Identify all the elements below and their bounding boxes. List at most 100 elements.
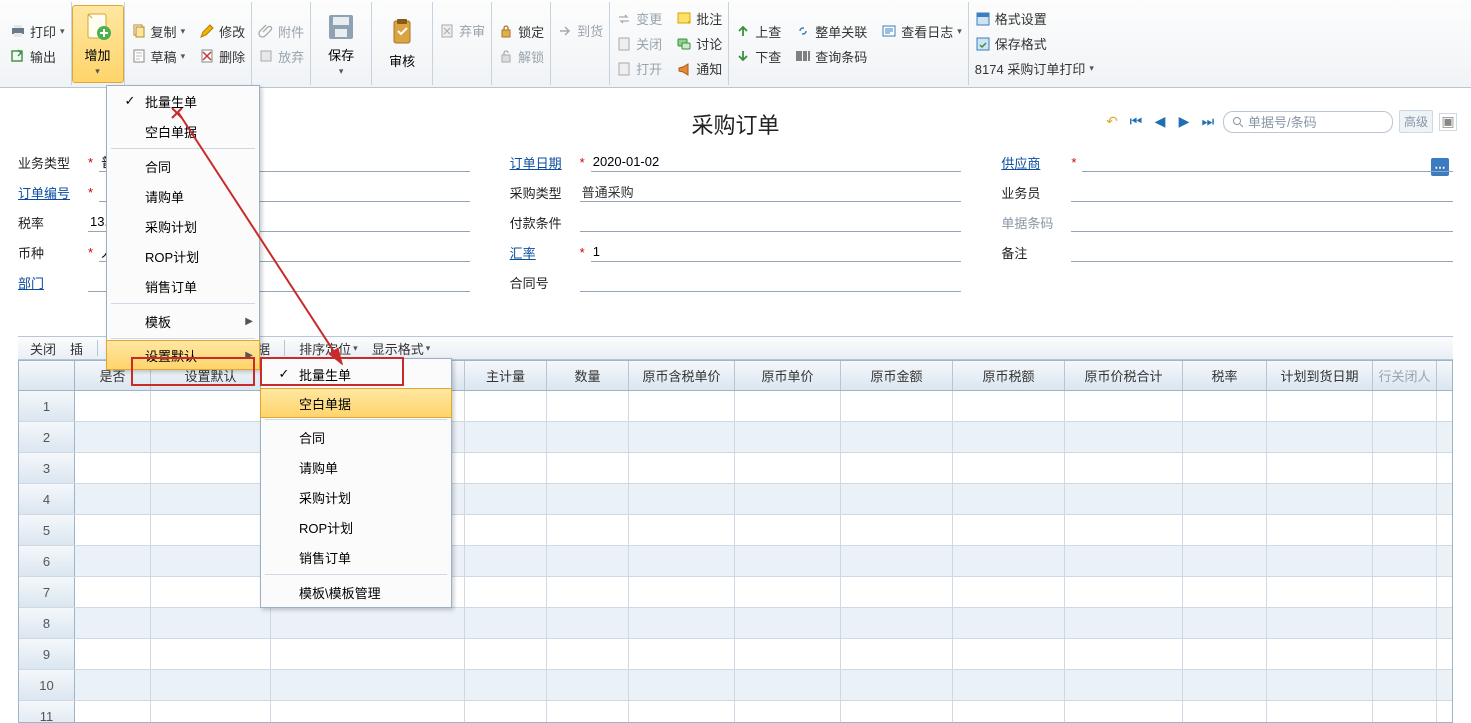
export-button[interactable]: 输出: [10, 47, 65, 66]
savefmt-button[interactable]: 保存格式: [975, 34, 1094, 53]
close-button[interactable]: 关闭: [616, 34, 662, 53]
input-remark[interactable]: [1071, 242, 1453, 262]
grid-insert-button[interactable]: 插: [70, 339, 83, 358]
table-row[interactable]: 4: [19, 484, 1452, 515]
input-supplier[interactable]: [1082, 152, 1453, 172]
label-rate[interactable]: 汇率: [510, 243, 574, 262]
print-template-select[interactable]: 8174 采购订单打印▾: [975, 59, 1094, 78]
expand-button[interactable]: ▣: [1439, 113, 1457, 131]
menu-req[interactable]: 请购单: [107, 181, 259, 211]
discuss-button[interactable]: 讨论: [676, 34, 722, 53]
table-row[interactable]: 5: [19, 515, 1452, 546]
unlock-button[interactable]: 解锁: [498, 47, 544, 66]
col-c13[interactable]: 行关闭人: [1373, 361, 1437, 390]
menu-plan[interactable]: 采购计划: [107, 211, 259, 241]
prev-button[interactable]: ◀: [1151, 113, 1169, 131]
table-row[interactable]: 9: [19, 639, 1452, 670]
first-button[interactable]: ⏮: [1127, 113, 1145, 131]
open-button[interactable]: 打开: [616, 59, 662, 78]
col-c10[interactable]: 原币价税合计: [1065, 361, 1183, 390]
notify-button[interactable]: 通知: [676, 59, 722, 78]
search-input[interactable]: 单据号/条码: [1223, 111, 1393, 133]
menu-batch[interactable]: ✓批量生单: [107, 86, 259, 116]
menu-blank[interactable]: 空白单据: [107, 116, 259, 146]
draft-button[interactable]: 草稿▾: [131, 47, 186, 66]
megaphone-icon: [676, 61, 692, 77]
next-button[interactable]: ▶: [1175, 113, 1193, 131]
submenu-blank[interactable]: 空白单据: [260, 388, 452, 418]
undo-button[interactable]: ↶: [1103, 113, 1121, 131]
submenu-req[interactable]: 请购单: [261, 452, 451, 482]
label-orderno[interactable]: 订单编号: [18, 183, 82, 202]
col-rownum[interactable]: [19, 361, 75, 390]
input-ptype[interactable]: [580, 182, 962, 202]
input-barcode[interactable]: [1071, 212, 1453, 232]
grid-close-button[interactable]: 关闭: [30, 339, 56, 358]
label-supplier[interactable]: 供应商: [1001, 153, 1065, 172]
table-row[interactable]: 6: [19, 546, 1452, 577]
grid-display-button[interactable]: 显示格式▾: [372, 339, 431, 358]
arrive-button[interactable]: 到货: [557, 21, 603, 40]
col-c8[interactable]: 原币金额: [841, 361, 953, 390]
submenu-plan[interactable]: 采购计划: [261, 482, 451, 512]
note-button[interactable]: 批注: [676, 9, 722, 28]
col-c9[interactable]: 原币税额: [953, 361, 1065, 390]
advanced-button[interactable]: 高级: [1399, 110, 1433, 133]
copy-button[interactable]: 复制▾: [131, 22, 186, 41]
col-c4[interactable]: 主计量: [465, 361, 547, 390]
label-orderdate[interactable]: 订单日期: [510, 153, 574, 172]
table-row[interactable]: 10: [19, 670, 1452, 701]
save-button[interactable]: 保存▾: [315, 5, 367, 83]
table-row[interactable]: 8: [19, 608, 1452, 639]
upquery-button[interactable]: 上查: [735, 22, 781, 41]
col-c12[interactable]: 计划到货日期: [1267, 361, 1373, 390]
table-row[interactable]: 2: [19, 422, 1452, 453]
print-button[interactable]: 打印▾: [10, 22, 65, 41]
attach-button[interactable]: 附件: [258, 22, 304, 41]
table-row[interactable]: 7: [19, 577, 1452, 608]
menu-template[interactable]: 模板▶: [107, 306, 259, 336]
savefmt-icon: [975, 36, 991, 52]
log-button[interactable]: 查看日志▾: [881, 22, 962, 41]
table-row[interactable]: 1: [19, 391, 1452, 422]
col-c7[interactable]: 原币单价: [735, 361, 841, 390]
format-button[interactable]: 格式设置: [975, 9, 1094, 28]
abandon-audit-button[interactable]: 弃审: [439, 21, 485, 40]
input-operator[interactable]: [1071, 182, 1453, 202]
audit-button[interactable]: 审核: [376, 5, 428, 83]
menu-rop[interactable]: ROP计划: [107, 241, 259, 271]
modify-button[interactable]: 修改: [199, 22, 245, 41]
grid-sort-button[interactable]: 排序定位▾: [299, 339, 358, 358]
input-paycond[interactable]: [580, 212, 962, 232]
submenu-rop[interactable]: ROP计划: [261, 512, 451, 542]
submenu-tplmgr[interactable]: 模板\模板管理: [261, 577, 451, 607]
relate-button[interactable]: 整单关联: [795, 22, 867, 41]
note-icon: [676, 11, 692, 27]
input-rate[interactable]: [591, 242, 962, 262]
table-row[interactable]: 3: [19, 453, 1452, 484]
table-row[interactable]: 11: [19, 701, 1452, 722]
delete-button[interactable]: 删除: [199, 47, 245, 66]
input-contractno[interactable]: [580, 272, 962, 292]
change-button[interactable]: 变更: [616, 9, 662, 28]
add-button[interactable]: 增加▾: [72, 5, 124, 83]
label-dept[interactable]: 部门: [18, 273, 82, 292]
menu-sales[interactable]: 销售订单: [107, 271, 259, 301]
submenu-contract[interactable]: 合同: [261, 422, 451, 452]
menu-setdefault[interactable]: 设置默认▶: [106, 340, 260, 370]
col-c5[interactable]: 数量: [547, 361, 629, 390]
submenu-batch[interactable]: ✓批量生单: [261, 359, 451, 389]
lock-button[interactable]: 锁定: [498, 22, 544, 41]
col-c11[interactable]: 税率: [1183, 361, 1267, 390]
downquery-button[interactable]: 下查: [735, 47, 781, 66]
menu-contract[interactable]: 合同: [107, 151, 259, 181]
submenu-sales[interactable]: 销售订单: [261, 542, 451, 572]
col-c6[interactable]: 原币含税单价: [629, 361, 735, 390]
grid-body[interactable]: 1234567891011: [19, 391, 1452, 722]
input-orderdate[interactable]: [591, 152, 962, 172]
label-barcode: 单据条码: [1001, 213, 1065, 232]
last-button[interactable]: ⏭: [1199, 113, 1217, 131]
barcodeq-button[interactable]: 查询条码: [795, 47, 867, 66]
release-button[interactable]: 放弃: [258, 47, 304, 66]
paperclip-icon: [258, 23, 274, 39]
